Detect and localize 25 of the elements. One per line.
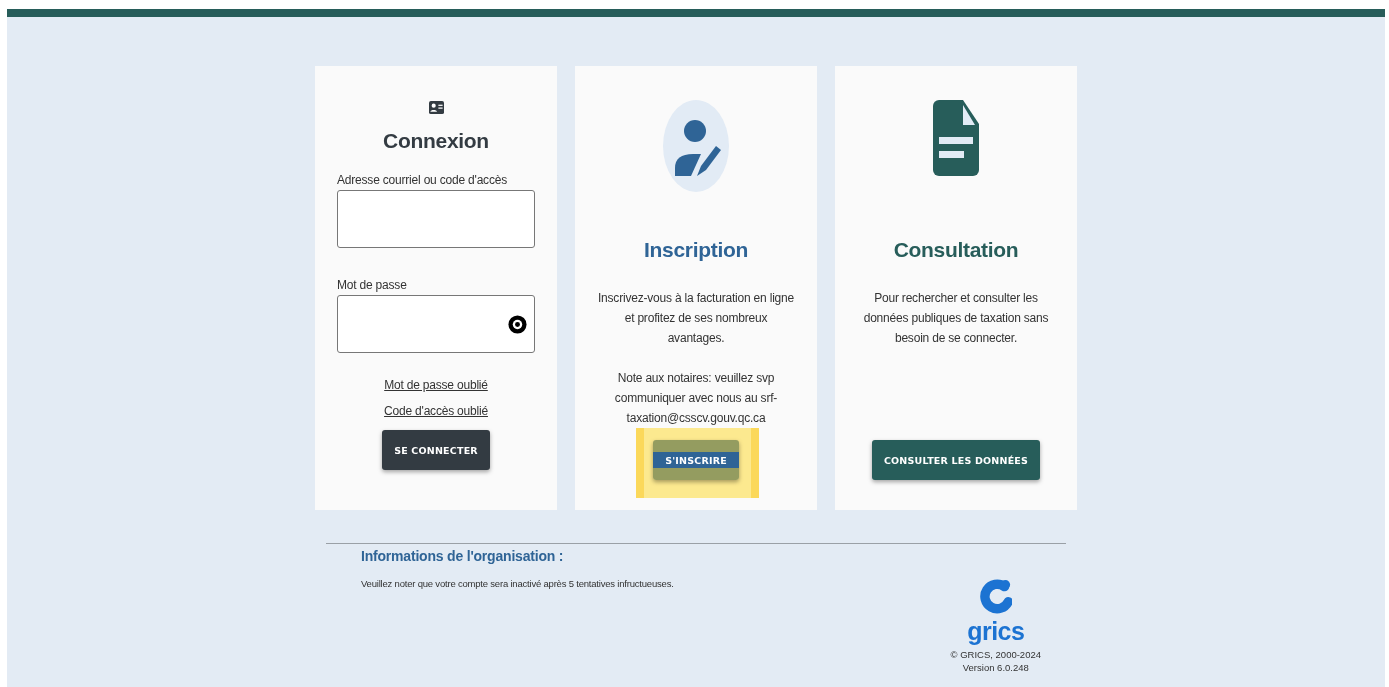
version-text: Version 6.0.248 [962, 661, 1029, 674]
login-title: Connexion [383, 129, 489, 153]
signup-button[interactable]: S'INSCRIRE [653, 440, 739, 480]
person-pencil-icon [663, 100, 729, 192]
consultation-title: Consultation [893, 238, 1019, 262]
signup-title: Inscription [643, 238, 748, 262]
field-label: Adresse courriel ou code d'accès [337, 173, 508, 187]
description-text: Inscrivez-vous à la facturation en ligne et profitez de ses nombreux avantages. [597, 290, 795, 347]
copyright-text: © GRICS, 2000-2024 [950, 648, 1041, 661]
logo-text: grics [967, 618, 1025, 644]
forgot-link[interactable]: Code d'accès oublié [384, 404, 488, 418]
consult-button[interactable]: CONSULTER LES DONNÉES [871, 440, 1041, 480]
forgot-link[interactable]: Mot de passe oublié [384, 378, 488, 392]
password-field[interactable] [337, 295, 535, 353]
org-info-title: Informations de l'organisation : [361, 548, 565, 564]
contact-card-icon [428, 100, 444, 115]
logo-icon [979, 578, 1012, 616]
field-label: Mot de passe [337, 278, 408, 292]
login-button[interactable]: SE CONNECTER [382, 430, 490, 470]
description-text: Note aux notaires: veuillez svp communiquer avec nous au srf-taxation@csscv.gouv.qc.ca [613, 370, 779, 427]
description-text: Pour rechercher et consulter les données publiques de taxation sans besoin de se connecter. [862, 290, 1050, 347]
notice-text: Veuillez noter que votre compte sera inactivé après 5 tentatives infructueuses. [361, 578, 674, 589]
email-field[interactable] [337, 190, 535, 248]
document-icon [933, 100, 979, 176]
eye-icon[interactable] [508, 314, 527, 334]
